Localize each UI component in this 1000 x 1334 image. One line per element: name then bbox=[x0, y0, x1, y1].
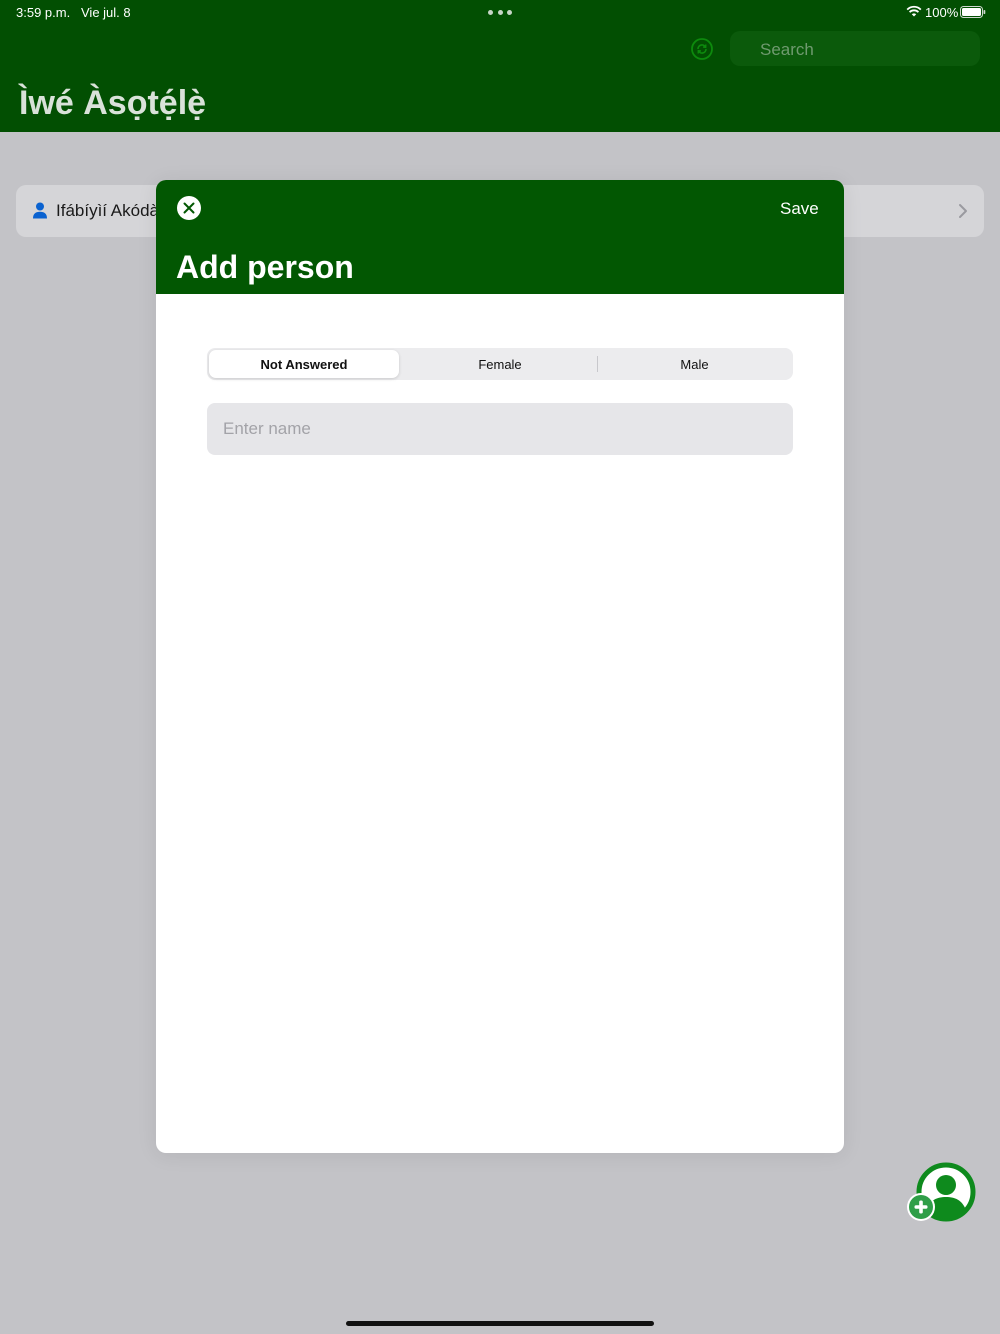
segment-male[interactable]: Male bbox=[598, 350, 791, 378]
sheet-title: Add person bbox=[176, 249, 354, 285]
status-time: 3:59 p.m. bbox=[16, 5, 71, 20]
search-input[interactable]: Search bbox=[730, 31, 980, 66]
home-indicator[interactable] bbox=[346, 1321, 654, 1326]
person-icon bbox=[33, 202, 47, 219]
status-date: Vie jul. 8 bbox=[81, 5, 131, 20]
close-button[interactable] bbox=[177, 196, 201, 220]
save-button[interactable]: Save bbox=[780, 199, 819, 219]
segment-not-answered[interactable]: Not Answered bbox=[209, 350, 399, 378]
name-input[interactable] bbox=[207, 403, 793, 455]
page-title: Ìwé Àsọtẹ́lẹ̀ bbox=[19, 84, 207, 122]
app-header: 3:59 p.m. Vie jul. 8 100% Search Ìwé Àsọ… bbox=[0, 0, 1000, 132]
search-placeholder: Search bbox=[760, 40, 814, 59]
gender-segmented-control: Not Answered Female Male bbox=[207, 348, 793, 380]
battery-percentage: 100% bbox=[925, 5, 959, 20]
add-person-icon[interactable] bbox=[904, 1162, 978, 1224]
multitasking-dots-icon[interactable] bbox=[488, 10, 512, 16]
wifi-icon bbox=[906, 5, 922, 17]
segment-female[interactable]: Female bbox=[403, 350, 597, 378]
status-bar: 3:59 p.m. Vie jul. 8 100% bbox=[0, 0, 1000, 26]
battery-icon bbox=[960, 6, 986, 18]
list-item-name: Ifábíyìí Akódà bbox=[56, 201, 160, 220]
add-person-sheet: Save Add person Not Answered Female Male bbox=[156, 180, 844, 1153]
sheet-header: Save Add person bbox=[156, 180, 844, 294]
chevron-right-icon bbox=[959, 204, 967, 218]
close-icon bbox=[183, 202, 195, 214]
sync-icon[interactable] bbox=[690, 37, 714, 61]
